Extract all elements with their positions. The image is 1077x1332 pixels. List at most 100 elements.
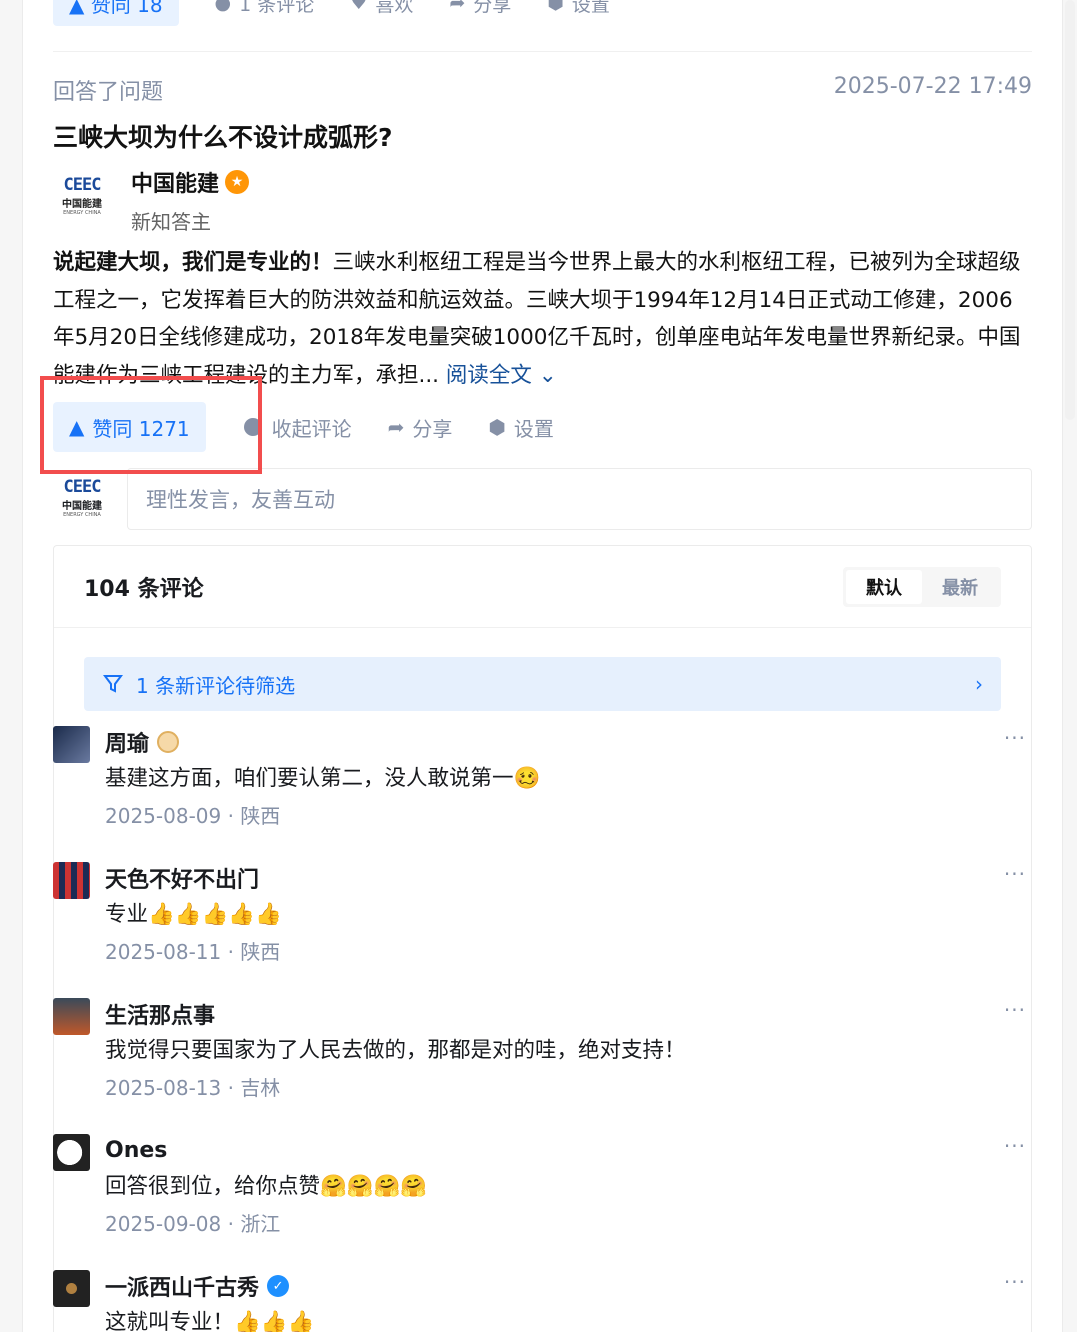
sort-default-button[interactable]: 默认 [846, 569, 922, 604]
share-button[interactable]: ➦ 分享 [388, 413, 453, 442]
comments-count: 104 条评论 [84, 576, 204, 602]
prev-settings-button[interactable]: ⬢ 设置 [547, 0, 610, 17]
previous-answer-actions: ▲ 赞同 18 ● 1 条评论 ♥ 喜欢 ➦ 分享 ⬢ 设置 [53, 0, 610, 26]
prev-comment-button[interactable]: ● 1 条评论 [215, 0, 315, 17]
feed-card: ▲ 赞同 18 ● 1 条评论 ♥ 喜欢 ➦ 分享 ⬢ 设置 回答了问题 202… [22, 0, 1063, 1332]
logo-en: ENERGY CHINA [63, 511, 101, 518]
comment-text: 专业👍👍👍👍👍 [105, 902, 282, 927]
prev-like-label: 喜欢 [375, 0, 414, 16]
comment-author[interactable]: 一派西山千古秀 ✓ [105, 1270, 1032, 1302]
comment-region: 浙江 [240, 1212, 281, 1236]
gear-icon: ⬢ [488, 415, 506, 439]
pending-filter-banner[interactable]: 1 条新评论待筛选 › [84, 657, 1001, 711]
comment-author-name: 一派西山千古秀 [105, 1276, 260, 1301]
logo-cn: 中国能建 [62, 198, 102, 210]
comment-author[interactable]: 周瑜 [105, 726, 1032, 758]
comment-date: 2025-08-11 [105, 940, 222, 964]
scrollbar[interactable] [1063, 0, 1077, 1332]
answer-timestamp: 2025-07-22 17:49 [833, 74, 1032, 99]
answer-action-label: 回答了问题 [53, 80, 164, 105]
comment-meta: 2025-08-13 · 吉林 [105, 1076, 281, 1100]
more-options-icon[interactable]: ··· [1004, 1270, 1026, 1294]
more-options-icon[interactable]: ··· [1004, 726, 1026, 750]
gear-icon: ⬢ [547, 0, 564, 14]
author-subtitle: 新知答主 [131, 210, 211, 234]
heart-icon: ♥ [350, 0, 368, 14]
verified-check-icon: ✓ [267, 1275, 290, 1297]
comment-date: 2025-09-08 [105, 1212, 222, 1236]
reply-row: CEEC 中国能建 ENERGY CHINA 理性发言，友善互动 [53, 468, 1032, 530]
comment-meta: 2025-08-11 · 陕西 [105, 940, 281, 964]
logo-text: CEEC [63, 174, 102, 195]
share-icon: ➦ [387, 415, 405, 439]
comment-meta: 2025-08-09 · 陕西 [105, 804, 281, 828]
comment-author-name: 天色不好不出门 [105, 868, 260, 893]
read-more-link[interactable]: 阅读全文 ⌄ [446, 363, 557, 388]
more-options-icon[interactable]: ··· [1004, 998, 1026, 1022]
chevron-right-icon: › [975, 672, 983, 696]
prev-share-button[interactable]: ➦ 分享 [449, 0, 511, 17]
logo-en: ENERGY CHINA [63, 209, 101, 216]
verified-badge-icon: ★ [225, 170, 250, 194]
prev-share-label: 分享 [473, 0, 512, 16]
settings-button[interactable]: ⬢ 设置 [488, 413, 553, 442]
prev-comment-label: 1 条评论 [239, 0, 315, 16]
logo-cn: 中国能建 [62, 500, 102, 512]
share-icon: ➦ [449, 0, 466, 14]
avatar[interactable] [53, 1134, 90, 1171]
comment-item: 一派西山千古秀 ✓ 这就叫专业！👍👍👍 ··· [53, 1270, 1032, 1332]
comment-item: Ones 回答很到位，给你点赞🤗🤗🤗🤗 2025-09-08 · 浙江 ··· [53, 1134, 1032, 1237]
answer-excerpt[interactable]: 说起建大坝，我们是专业的！三峡水利枢纽工程是当今世界上最大的水利枢纽工程，已被列… [53, 244, 1033, 394]
sort-latest-button[interactable]: 最新 [922, 570, 998, 604]
author-info: CEEC 中国能建 ENERGY CHINA 中国能建 ★ 新知答主 [53, 166, 250, 235]
comment-input[interactable]: 理性发言，友善互动 [127, 468, 1032, 530]
avatar[interactable] [53, 862, 90, 899]
question-title[interactable]: 三峡大坝为什么不设计成弧形? [53, 118, 393, 154]
prev-settings-label: 设置 [571, 0, 610, 16]
avatar[interactable] [53, 998, 90, 1035]
author-name[interactable]: 中国能建 ★ [131, 166, 250, 198]
highlight-box [40, 376, 262, 474]
more-options-icon[interactable]: ··· [1004, 1134, 1026, 1158]
answer-lead: 说起建大坝，我们是专业的！ [53, 250, 333, 275]
comment-icon: ● [214, 0, 232, 14]
comment-author[interactable]: 生活那点事 [105, 998, 1032, 1030]
scrollbar-thumb[interactable] [1065, 0, 1075, 420]
answer-meta: 回答了问题 2025-07-22 17:49 [53, 74, 1032, 106]
comment-text: 这就叫专业！👍👍👍 [105, 1310, 315, 1332]
comment-region: 陕西 [240, 804, 281, 828]
comment-author-name: 生活那点事 [105, 1004, 216, 1029]
filter-icon [103, 675, 123, 693]
share-label: 分享 [412, 416, 453, 441]
level-badge-icon [157, 731, 180, 753]
comment-item: 生活那点事 我觉得只要国家为了人民去做的，那都是对的哇，绝对支持！ 2025-0… [53, 998, 1032, 1101]
comment-author[interactable]: 天色不好不出门 [105, 862, 1032, 894]
author-avatar[interactable]: CEEC 中国能建 ENERGY CHINA [53, 166, 111, 224]
comment-text: 基建这方面，咱们要认第二，没人敢说第一🥴 [105, 766, 541, 791]
current-user-avatar: CEEC 中国能建 ENERGY CHINA [53, 468, 111, 526]
settings-label: 设置 [513, 416, 554, 441]
comment-author[interactable]: Ones [105, 1134, 1032, 1166]
comment-date: 2025-08-13 [105, 1076, 222, 1100]
comment-item: 周瑜 基建这方面，咱们要认第二，没人敢说第一🥴 2025-08-09 · 陕西 … [53, 726, 1032, 829]
collapse-comments-label: 收起评论 [271, 416, 352, 441]
more-options-icon[interactable]: ··· [1004, 862, 1026, 886]
comment-meta: 2025-09-08 · 浙江 [105, 1212, 281, 1236]
filter-text: 1 条新评论待筛选 [136, 673, 296, 698]
prev-vote-button[interactable]: ▲ 赞同 18 [53, 0, 179, 26]
comment-region: 吉林 [240, 1076, 281, 1100]
comment-author-name: 周瑜 [105, 732, 150, 757]
comment-region: 陕西 [240, 940, 281, 964]
divider [53, 51, 1032, 52]
comment-text: 我觉得只要国家为了人民去做的，那都是对的哇，绝对支持！ [105, 1038, 686, 1063]
comments-header: 104 条评论 默认 最新 [54, 546, 1031, 628]
comment-item: 天色不好不出门 专业👍👍👍👍👍 2025-08-11 · 陕西 ··· [53, 862, 1032, 965]
comment-date: 2025-08-09 [105, 804, 222, 828]
avatar[interactable] [53, 726, 90, 763]
comment-text: 回答很到位，给你点赞🤗🤗🤗🤗 [105, 1174, 428, 1199]
prev-like-button[interactable]: ♥ 喜欢 [350, 0, 413, 17]
logo-text: CEEC [63, 476, 102, 497]
sort-toggle: 默认 最新 [843, 566, 1001, 607]
comment-author-name: Ones [105, 1137, 168, 1163]
avatar[interactable] [53, 1270, 90, 1307]
